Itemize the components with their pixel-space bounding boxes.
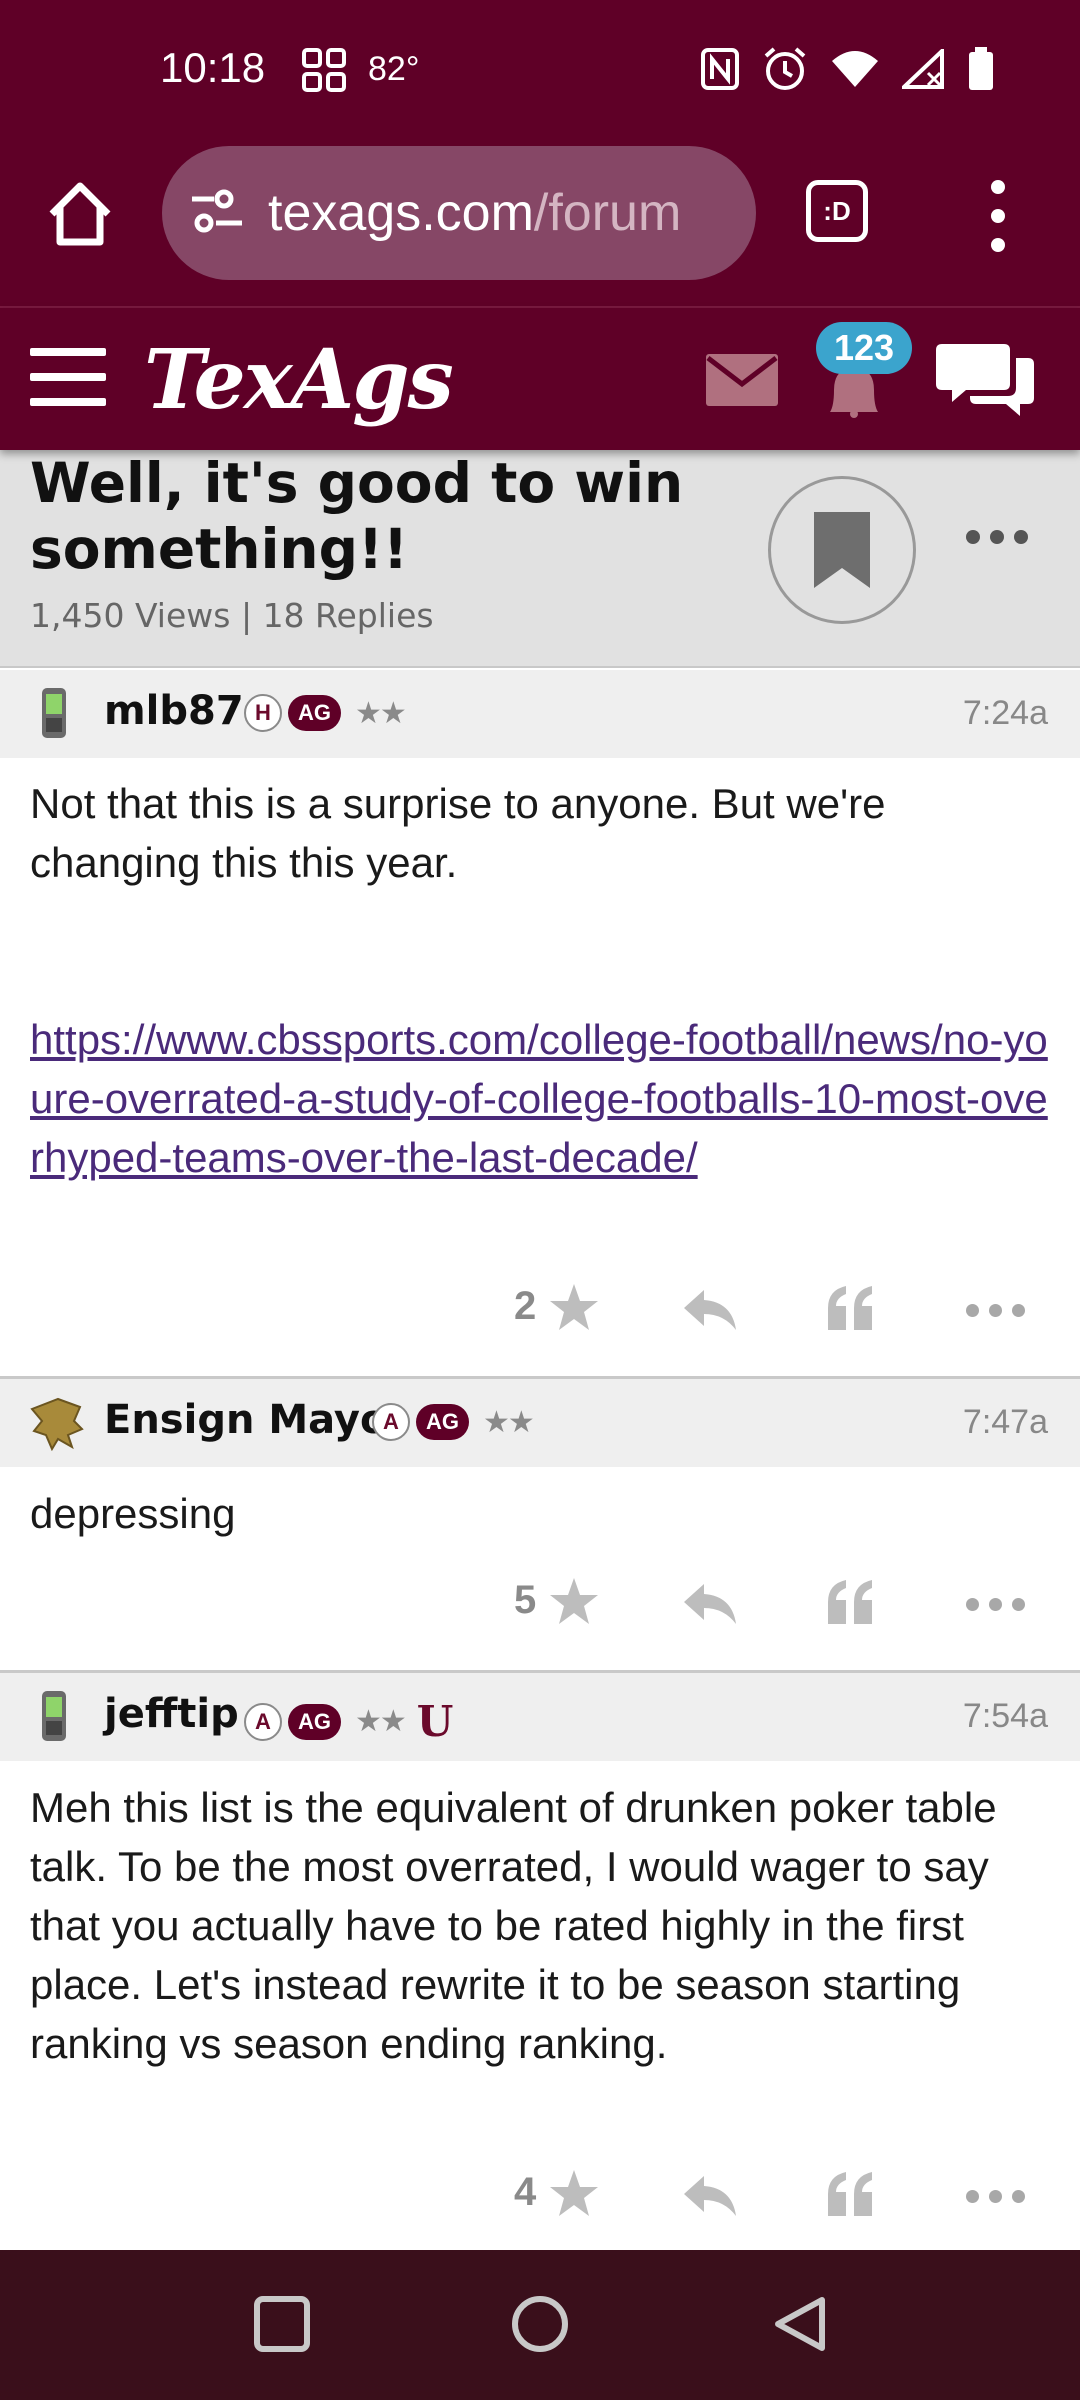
thread-title: Well, it's good to win something!! <box>30 451 684 581</box>
post-body: Meh this list is the equivalent of drunk… <box>30 1778 1050 2073</box>
post-more-button[interactable] <box>966 2190 1025 2203</box>
post-more-button[interactable] <box>966 1598 1025 1611</box>
home-circle-icon <box>512 2296 568 2352</box>
avatar[interactable] <box>28 1689 82 1745</box>
bookmark-icon <box>814 512 870 588</box>
reply-icon[interactable] <box>682 1288 738 1336</box>
star-count: 4 <box>514 2170 537 2214</box>
recents-button[interactable] <box>252 2294 312 2358</box>
post-link[interactable]: https://www.cbssports.com/college-footba… <box>30 1016 1048 1181</box>
user-badges: A AG ★★ <box>372 1403 535 1441</box>
home-button[interactable] <box>44 178 116 250</box>
post-username[interactable]: Ensign Mayo <box>104 1397 387 1443</box>
star-icon[interactable] <box>548 2168 600 2224</box>
back-icon <box>775 2297 825 2351</box>
nfc-icon <box>700 47 740 95</box>
home-nav-button[interactable] <box>510 2294 570 2358</box>
star-count: 2 <box>514 1284 537 1328</box>
notification-count-badge[interactable]: 123 <box>816 322 912 374</box>
post-actions: 4 <box>0 2162 1080 2232</box>
post-username[interactable]: mlb87 <box>104 688 244 734</box>
status-bar: 10:18 82° <box>0 0 1080 140</box>
quote-icon[interactable] <box>826 1578 876 1630</box>
address-bar[interactable]: texags.com/forum <box>162 146 756 280</box>
quote-icon[interactable] <box>826 2170 876 2222</box>
reply-icon[interactable] <box>682 2174 738 2222</box>
tab-switcher-button[interactable]: :D <box>806 180 868 242</box>
recents-icon <box>254 2296 310 2352</box>
post-text: Meh this list is the equivalent of drunk… <box>30 1784 997 2067</box>
alarm-icon <box>762 46 808 96</box>
post-text: Not that this is a surprise to anyone. B… <box>30 780 886 886</box>
user-badge: A <box>244 1702 282 1741</box>
site-header: TexAgs 123 <box>0 308 1080 450</box>
user-badges: A AG ★★ U <box>244 1697 453 1746</box>
home-icon <box>49 182 111 246</box>
signal-icon <box>898 46 946 93</box>
post-time: 7:24a <box>962 694 1048 732</box>
grid-icon <box>302 48 346 96</box>
ag-badge: AG <box>288 1703 341 1740</box>
mail-icon[interactable] <box>706 354 778 410</box>
url-host: texags.com <box>268 184 534 242</box>
post-header: Ensign Mayo A AG ★★ 7:47a <box>0 1379 1080 1467</box>
u-badge: U <box>416 1697 454 1746</box>
post-text: depressing <box>30 1490 236 1537</box>
post-username[interactable]: jefftip <box>104 1691 239 1737</box>
post-body: Not that this is a surprise to anyone. B… <box>30 774 1050 1187</box>
rating-stars: ★★ <box>355 1704 407 1739</box>
wifi-icon <box>830 49 880 93</box>
bookmark-button[interactable] <box>768 476 916 624</box>
site-settings-icon[interactable] <box>190 189 244 237</box>
star-count: 5 <box>514 1578 537 1622</box>
ag-badge: AG <box>288 695 341 731</box>
ag-badge: AG <box>416 1404 469 1440</box>
post-header: mlb87 H AG ★★ 7:24a <box>0 670 1080 758</box>
site-logo[interactable]: TexAgs <box>144 332 454 428</box>
post-time: 7:47a <box>962 1403 1048 1441</box>
quote-icon[interactable] <box>826 1284 876 1336</box>
reply-icon[interactable] <box>682 1582 738 1630</box>
url-path: /forum <box>533 184 682 242</box>
avatar[interactable] <box>28 1395 84 1452</box>
status-time: 10:18 <box>160 44 266 91</box>
status-temperature: 82° <box>368 50 420 88</box>
thread-header: Well, it's good to win something!! 1,450… <box>0 450 1080 668</box>
chat-icon[interactable] <box>936 338 1036 428</box>
thread-meta: 1,450 Views | 18 Replies <box>30 596 434 635</box>
thread-more-button[interactable] <box>966 530 1028 544</box>
hamburger-menu-button[interactable] <box>30 348 106 406</box>
back-button[interactable] <box>770 2294 830 2358</box>
post-body: depressing <box>30 1484 1050 1543</box>
post-time: 7:54a <box>962 1697 1048 1735</box>
browser-menu-button[interactable] <box>978 180 1018 252</box>
rating-stars: ★★ <box>483 1404 535 1440</box>
url-text: texags.com/forum <box>268 183 681 243</box>
star-icon[interactable] <box>548 1282 600 1338</box>
star-icon[interactable] <box>548 1576 600 1632</box>
user-badge: A <box>372 1403 410 1441</box>
browser-toolbar: texags.com/forum :D <box>0 140 1080 308</box>
user-badge: H <box>244 694 282 732</box>
post-header: jefftip A AG ★★ U 7:54a <box>0 1673 1080 1761</box>
post-actions: 5 <box>0 1570 1080 1640</box>
user-badges: H AG ★★ <box>244 694 407 732</box>
rating-stars: ★★ <box>355 695 407 731</box>
system-navigation-bar <box>0 2250 1080 2400</box>
post-more-button[interactable] <box>966 1304 1025 1317</box>
battery-icon <box>968 47 994 95</box>
avatar[interactable] <box>28 686 82 742</box>
post-actions: 2 <box>0 1276 1080 1346</box>
